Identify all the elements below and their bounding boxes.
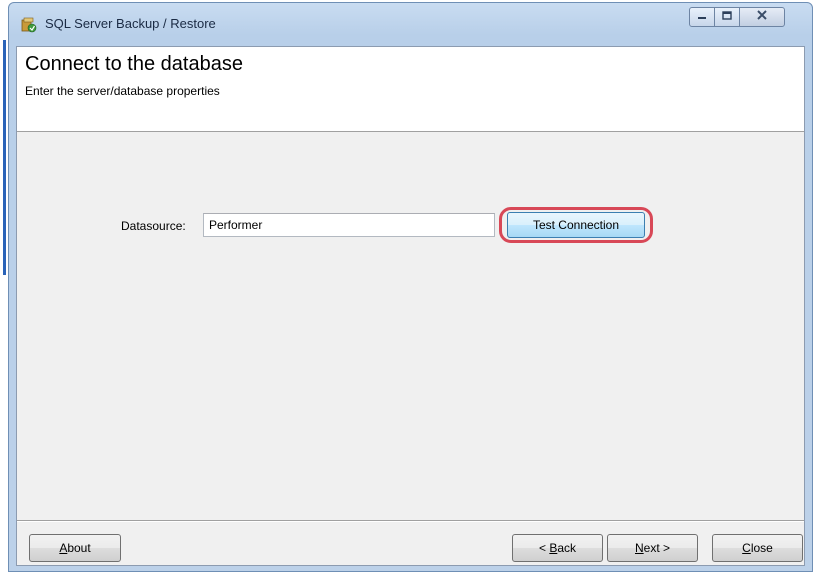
test-connection-button[interactable]: Test Connection (507, 212, 645, 238)
maximize-button[interactable] (714, 7, 740, 27)
next-label-rest: ext > (643, 541, 671, 555)
back-label-prefix: < (538, 541, 550, 555)
close-mnemonic: C (742, 541, 751, 555)
minimize-button[interactable] (689, 7, 715, 27)
page-subtitle: Enter the server/database properties (25, 84, 220, 98)
next-button[interactable]: Next > (607, 534, 698, 562)
close-icon (755, 8, 769, 26)
next-mnemonic: N (634, 541, 644, 555)
minimize-icon (696, 8, 708, 26)
title-bar[interactable]: SQL Server Backup / Restore (9, 3, 812, 39)
database-app-icon (21, 17, 37, 33)
main-window: SQL Server Backup / Restore Connect to t… (8, 2, 813, 572)
about-label-rest: bout (67, 541, 91, 555)
close-button[interactable]: Close (712, 534, 803, 562)
desktop-taskbar-edge (3, 40, 6, 275)
maximize-icon (721, 8, 733, 26)
wizard-client-area: Connect to the database Enter the server… (16, 46, 805, 566)
wizard-header: Connect to the database Enter the server… (17, 47, 804, 132)
back-label-rest: ack (557, 541, 577, 555)
datasource-label: Datasource: (121, 219, 186, 233)
about-button[interactable]: About (29, 534, 121, 562)
footer-separator (17, 520, 804, 522)
close-label-rest: lose (750, 541, 773, 555)
back-button[interactable]: < Back (512, 534, 603, 562)
close-window-button[interactable] (739, 7, 785, 27)
window-title: SQL Server Backup / Restore (45, 16, 216, 31)
page-title: Connect to the database (25, 53, 243, 75)
datasource-input[interactable] (203, 213, 495, 237)
